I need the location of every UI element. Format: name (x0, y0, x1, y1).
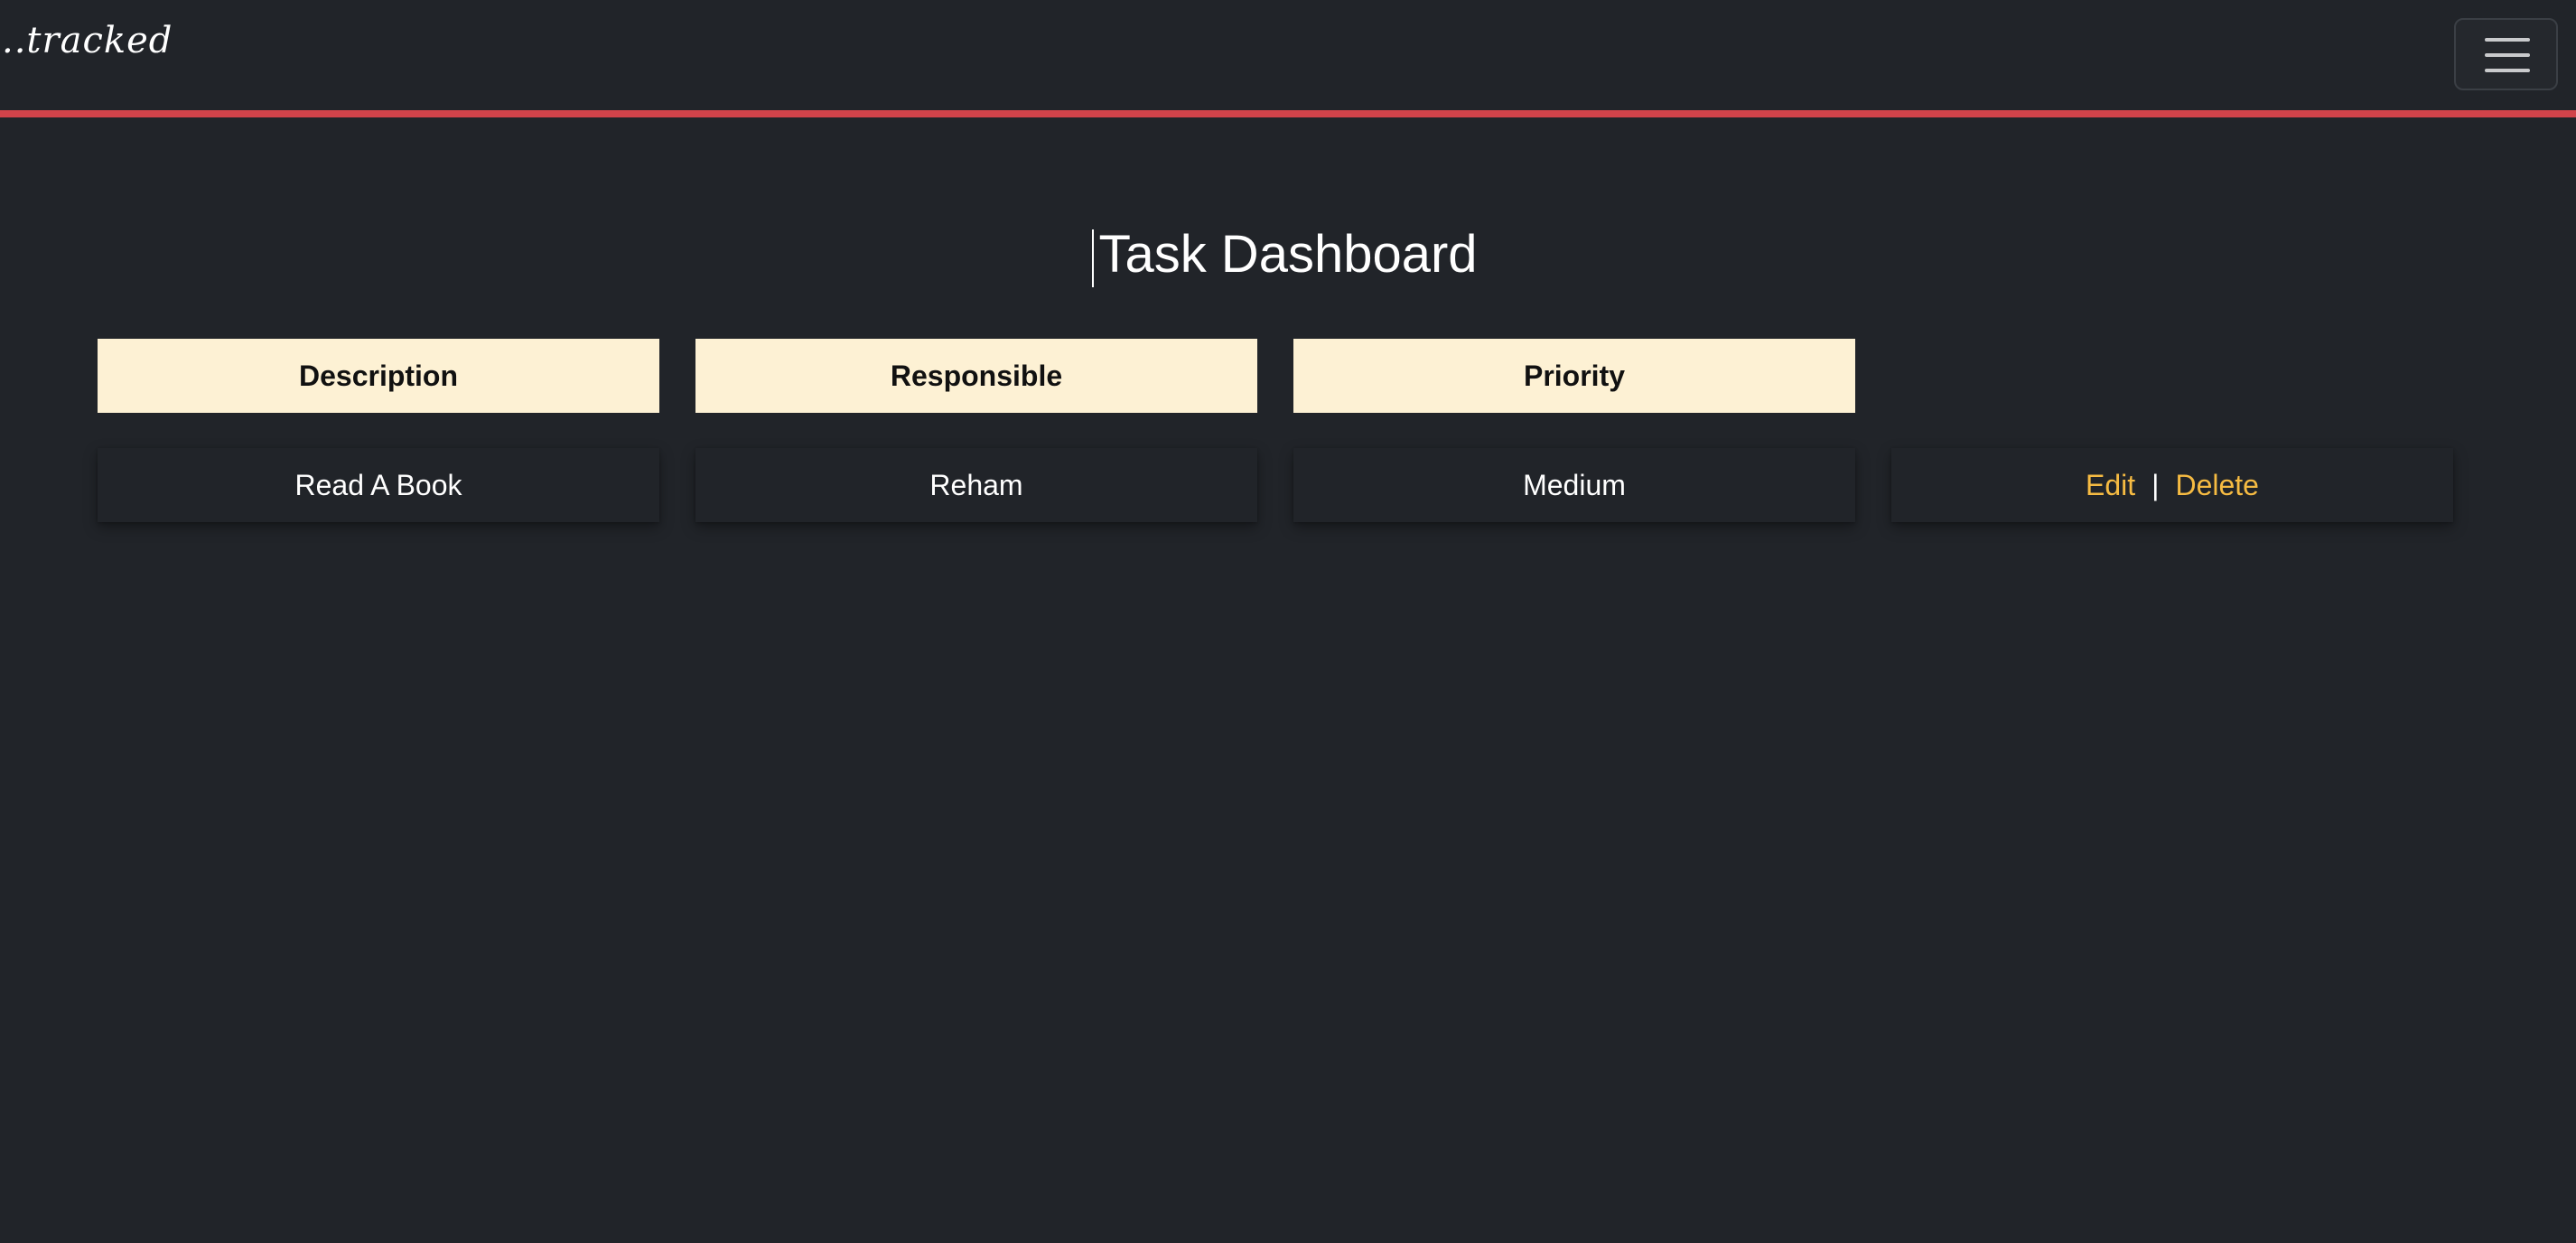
delete-link[interactable]: Delete (2175, 469, 2259, 502)
cell-responsible: Reham (695, 448, 1257, 522)
action-separator: | (2151, 468, 2160, 501)
column-header-priority: Priority (1293, 339, 1855, 413)
cell-priority: Medium (1293, 448, 1855, 522)
text-caret (1092, 229, 1094, 287)
navbar-accent-line (0, 110, 2576, 117)
cell-description: Read A Book (98, 448, 659, 522)
page-title: Task Dashboard (1098, 225, 1478, 284)
menu-toggle-button[interactable] (2454, 18, 2558, 90)
column-header-description: Description (98, 339, 659, 413)
edit-link[interactable]: Edit (2086, 469, 2135, 502)
column-header-responsible: Responsible (695, 339, 1257, 413)
brand-logo[interactable]: ..tracked (2, 20, 173, 61)
navbar: ..tracked (0, 0, 2576, 112)
cell-actions: Edit | Delete (1891, 448, 2453, 522)
